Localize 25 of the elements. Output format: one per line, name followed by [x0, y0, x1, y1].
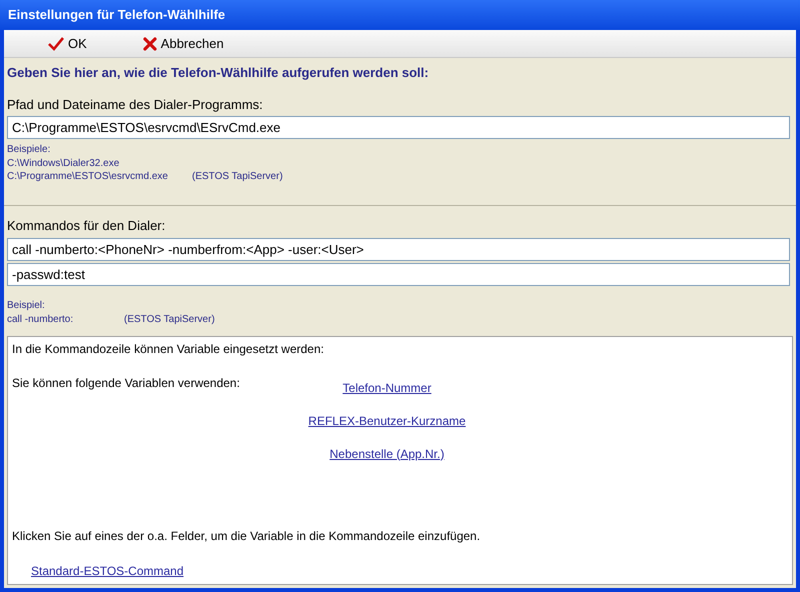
cancel-button[interactable]: Abbrechen — [134, 32, 232, 56]
standard-command-link[interactable]: Standard-ESTOS-Command — [31, 562, 184, 580]
example-text: call -numberto: — [7, 312, 74, 326]
field-label: Pfad und Dateiname des Dialer-Programms: — [7, 96, 264, 114]
example-label: Beispiel: — [7, 298, 46, 312]
variable-link[interactable]: Nebenstelle (App.Nr.) — [330, 444, 444, 462]
example-text: C:\Windows\Dialer32.exe — [7, 157, 120, 170]
checkmark-icon — [48, 36, 64, 50]
example-text: (ESTOS TapiServer) — [192, 170, 283, 183]
example-text: C:\Programme\ESTOS\esrvcmd.exe — [7, 170, 169, 183]
field-label: Kommandos für den Dialer: — [7, 217, 166, 235]
help-text: Sie können folgende Variablen verwenden: — [12, 374, 241, 392]
input-field[interactable]: -passwd:test — [7, 262, 790, 286]
help-text: In die Kommandozeile können Variable eingesetzt werden: — [12, 340, 325, 358]
variable-link[interactable]: Telefon-Nummer — [342, 378, 432, 396]
help-text: Klicken Sie auf eines der o.a. Felder, um die Variable in die Kommandozeile einzufügen. — [12, 528, 482, 544]
examples-label: Beispiele: — [7, 143, 52, 157]
section-heading: Geben Sie hier an, wie die Telefon-Wählhilfe aufgerufen werden soll: — [7, 64, 430, 82]
input-field[interactable]: C:\Programme\ESTOS\esrvcmd\ESrvCmd.exe — [7, 116, 790, 139]
example-text: (ESTOS TapiServer) — [124, 312, 215, 326]
ok-button[interactable]: OK — [40, 32, 95, 56]
close-icon — [142, 36, 157, 50]
variable-link[interactable]: REFLEX-Benutzer-Kurzname — [308, 412, 466, 430]
window-title: Einstellungen für Telefon-Wählhilfe — [8, 6, 226, 24]
input-field[interactable]: call -numberto:<PhoneNr> -numberfrom:<App> -user:<User> — [7, 238, 790, 260]
